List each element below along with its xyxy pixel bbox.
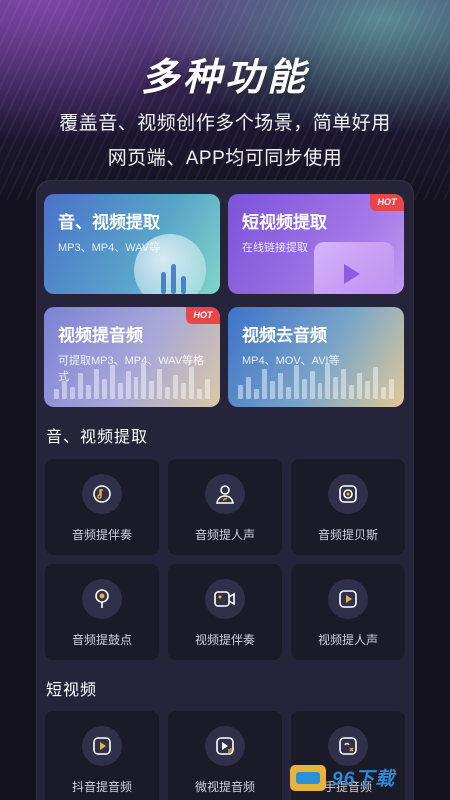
tile-label: 音频提贝斯 xyxy=(317,528,378,542)
feature-title: 视频去音频 xyxy=(242,326,327,345)
tile-audio-vocal[interactable]: 音频提人声 xyxy=(168,459,282,555)
feature-card-remove-audio[interactable]: 视频去音频 MP4、MOV、AVI等 xyxy=(228,307,404,407)
tile-label: 视频提伴奏 xyxy=(194,633,255,647)
video-play-icon xyxy=(328,579,368,619)
tile-label: 微视提音频 xyxy=(194,780,255,794)
tile-label: 抖音提音频 xyxy=(71,780,132,794)
feature-title: 短视频提取 xyxy=(242,213,327,232)
tile-label: 视频提人声 xyxy=(317,633,378,647)
watermark-logo: 96下载 xyxy=(290,764,395,791)
feature-card-video-to-audio[interactable]: 视频提音频 可提取MP3、MP4、WAV等格式 HOT xyxy=(44,307,220,407)
hero-subtitle-line2: 网页端、APP均可同步使用 xyxy=(107,148,343,169)
person-voice-icon xyxy=(205,474,245,514)
hero-banner: 多种功能 覆盖音、视频创作多个场景，简单好用 网页端、APP均可同步使用 xyxy=(0,0,450,200)
hero-subtitle-line1: 覆盖音、视频创作多个场景，简单好用 xyxy=(59,113,391,134)
feature-panel: 音、视频提取 MP3、MP4、WAV等 短视频提取 在线链接提取 HOT 视频提… xyxy=(36,180,414,800)
watermark-text: 96下载 xyxy=(332,769,396,790)
video-camera-icon xyxy=(205,579,245,619)
tile-label: 音频提鼓点 xyxy=(71,633,132,647)
speaker-icon xyxy=(328,474,368,514)
music-note-icon xyxy=(82,474,122,514)
waveform-decoration xyxy=(238,359,395,399)
tile-weishi-audio[interactable]: 微视提音频 xyxy=(168,711,282,800)
hot-badge: HOT xyxy=(186,307,220,324)
tile-video-vocal[interactable]: 视频提人声 xyxy=(291,564,405,660)
equalizer-icon xyxy=(161,264,186,294)
feature-title: 视频提音频 xyxy=(58,326,143,345)
tile-audio-accompaniment[interactable]: 音频提伴奏 xyxy=(45,459,159,555)
section-title-audio-video-extract: 音、视频提取 xyxy=(46,429,149,446)
video-play-icon xyxy=(314,242,394,294)
drum-point-icon xyxy=(82,579,122,619)
feature-card-short-video-extract[interactable]: 短视频提取 在线链接提取 HOT xyxy=(228,194,404,294)
hero-title: 多种功能 xyxy=(140,57,309,99)
tile-audio-drum[interactable]: 音频提鼓点 xyxy=(45,564,159,660)
tile-audio-bass[interactable]: 音频提贝斯 xyxy=(291,459,405,555)
tile-label: 音频提伴奏 xyxy=(71,528,132,542)
tile-douyin-audio[interactable]: 抖音提音频 xyxy=(45,711,159,800)
feature-title: 音、视频提取 xyxy=(58,213,160,232)
section-title-short-video: 短视频 xyxy=(46,682,98,699)
play-box-audio-icon xyxy=(205,726,245,766)
tile-video-accompaniment[interactable]: 视频提伴奏 xyxy=(168,564,282,660)
cut-link-icon xyxy=(328,726,368,766)
feature-card-audio-video-extract[interactable]: 音、视频提取 MP3、MP4、WAV等 xyxy=(44,194,220,294)
tile-label: 音频提人声 xyxy=(194,528,255,542)
watermark-icon xyxy=(290,764,326,791)
waveform-decoration xyxy=(54,359,211,399)
play-box-icon xyxy=(82,726,122,766)
hot-badge: HOT xyxy=(370,194,404,211)
